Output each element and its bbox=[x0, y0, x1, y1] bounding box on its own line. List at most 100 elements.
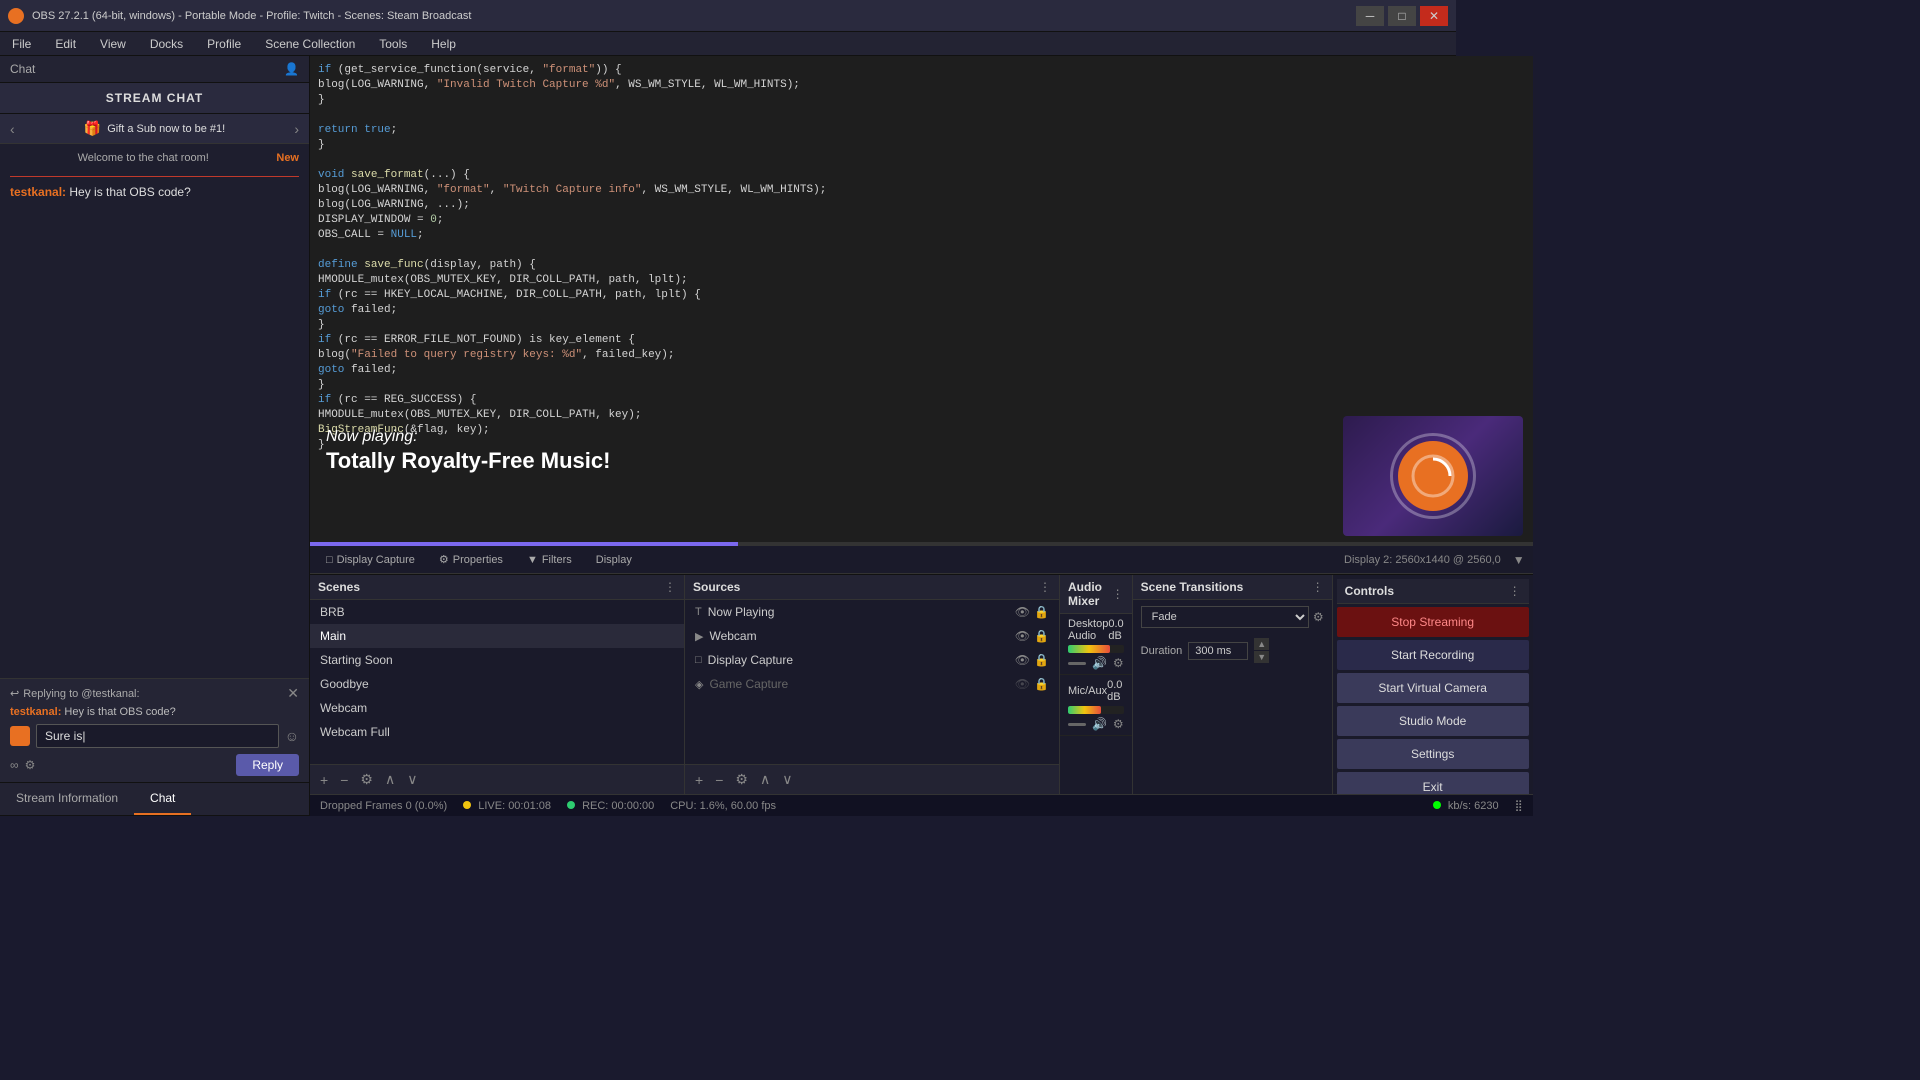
menu-view[interactable]: View bbox=[96, 35, 130, 53]
settings-button[interactable]: Settings bbox=[1337, 739, 1529, 769]
chat-input-row: ☺ bbox=[10, 724, 299, 748]
code-line-4 bbox=[318, 109, 1525, 123]
transition-select[interactable]: Fade bbox=[1141, 606, 1309, 628]
mic-audio-meter bbox=[1068, 706, 1124, 714]
remove-scene-button[interactable]: − bbox=[336, 770, 352, 790]
desktop-audio-db: 0.0 dB bbox=[1108, 618, 1123, 642]
scene-item-main[interactable]: Main bbox=[310, 624, 684, 648]
scenes-header-icon: ⋮ bbox=[664, 580, 676, 594]
source-controls-webcam: 👁 🔒 bbox=[1015, 629, 1049, 643]
source-video-icon: ▶ bbox=[695, 630, 703, 643]
scene-move-down-button[interactable]: ∨ bbox=[403, 769, 421, 790]
properties-button[interactable]: ⚙ Properties bbox=[431, 551, 511, 568]
source-lock-icon-2[interactable]: 🔒 bbox=[1034, 629, 1049, 643]
code-line-15: HMODULE_mutex(OBS_MUTEX_KEY, DIR_COLL_PA… bbox=[318, 274, 1525, 288]
desktop-mute-button[interactable]: 🔊 bbox=[1092, 656, 1107, 670]
desktop-audio-settings-button[interactable]: ⚙ bbox=[1113, 656, 1124, 670]
reply-quoted: testkanal: Hey is that OBS code? bbox=[10, 706, 299, 718]
scene-item-starting-soon[interactable]: Starting Soon bbox=[310, 648, 684, 672]
duration-input[interactable] bbox=[1188, 642, 1248, 660]
duration-up-button[interactable]: ▲ bbox=[1254, 638, 1269, 650]
transition-settings-icon[interactable]: ⚙ bbox=[1313, 610, 1324, 624]
source-move-up-button[interactable]: ∧ bbox=[756, 769, 774, 790]
desktop-volume-slider[interactable] bbox=[1068, 662, 1086, 665]
source-move-down-button[interactable]: ∨ bbox=[778, 769, 796, 790]
source-settings-button[interactable]: ⚙ bbox=[731, 769, 752, 790]
mic-audio-controls: 🔊 ⚙ bbox=[1068, 717, 1124, 731]
mic-mute-button[interactable]: 🔊 bbox=[1092, 717, 1107, 731]
code-line-17: goto failed; bbox=[318, 304, 1525, 318]
transitions-panel: Scene Transitions ⋮ Fade ⚙ Duration ▲ ▼ bbox=[1133, 575, 1333, 794]
source-eye-icon-4[interactable]: 👁 bbox=[1015, 677, 1030, 691]
scene-settings-button[interactable]: ⚙ bbox=[356, 769, 377, 790]
scenes-panel-header: Scenes ⋮ bbox=[310, 575, 684, 600]
gift-prev-arrow[interactable]: ‹ bbox=[10, 121, 15, 137]
code-line-12: OBS_CALL = NULL; bbox=[318, 229, 1525, 243]
reply-button[interactable]: Reply bbox=[236, 754, 299, 776]
code-line-19: if (rc == ERROR_FILE_NOT_FOUND) is key_e… bbox=[318, 334, 1525, 348]
stream-chat-header: STREAM CHAT bbox=[0, 83, 309, 114]
code-line-10: blog(LOG_WARNING, ...); bbox=[318, 199, 1525, 213]
studio-mode-button[interactable]: Studio Mode bbox=[1337, 706, 1529, 736]
sources-title: Sources bbox=[693, 580, 740, 594]
source-lock-icon-4[interactable]: 🔒 bbox=[1034, 677, 1049, 691]
scene-item-webcam-full[interactable]: Webcam Full bbox=[310, 720, 684, 744]
scene-item-webcam[interactable]: Webcam bbox=[310, 696, 684, 720]
obs-logo-overlay bbox=[1343, 416, 1523, 536]
now-playing-title: Totally Royalty-Free Music! bbox=[326, 448, 610, 474]
gift-next-arrow[interactable]: › bbox=[294, 121, 299, 137]
display-dropdown-icon[interactable]: ▼ bbox=[1513, 553, 1525, 567]
chat-input[interactable] bbox=[36, 724, 279, 748]
scene-move-up-button[interactable]: ∧ bbox=[381, 769, 399, 790]
source-eye-icon-3[interactable]: 👁 bbox=[1015, 653, 1030, 667]
source-eye-icon-2[interactable]: 👁 bbox=[1015, 629, 1030, 643]
duration-down-button[interactable]: ▼ bbox=[1254, 651, 1269, 663]
source-item-display-capture[interactable]: □ Display Capture 👁 🔒 bbox=[685, 648, 1059, 672]
source-item-game-capture[interactable]: ◈ Game Capture 👁 🔒 bbox=[685, 672, 1059, 696]
display-button[interactable]: Display bbox=[588, 552, 640, 568]
close-button[interactable]: ✕ bbox=[1420, 6, 1448, 26]
rec-time: REC: 00:00:00 bbox=[582, 800, 654, 812]
desktop-audio-meter-fill bbox=[1068, 645, 1110, 653]
source-item-now-playing[interactable]: T Now Playing 👁 🔒 bbox=[685, 600, 1059, 624]
start-virtual-camera-button[interactable]: Start Virtual Camera bbox=[1337, 673, 1529, 703]
new-badge: New bbox=[276, 152, 299, 164]
filters-button[interactable]: ▼ Filters bbox=[519, 552, 580, 568]
maximize-button[interactable]: □ bbox=[1388, 6, 1416, 26]
menu-edit[interactable]: Edit bbox=[51, 35, 80, 53]
menu-file[interactable]: File bbox=[8, 35, 35, 53]
desktop-audio-label: Desktop Audio bbox=[1068, 618, 1108, 642]
source-eye-icon[interactable]: 👁 bbox=[1015, 605, 1030, 619]
minimize-button[interactable]: ─ bbox=[1356, 6, 1384, 26]
menu-profile[interactable]: Profile bbox=[203, 35, 245, 53]
display-toolbar: □ Display Capture ⚙ Properties ▼ Filters… bbox=[310, 546, 1533, 574]
scene-item-brb[interactable]: BRB bbox=[310, 600, 684, 624]
tab-stream-information[interactable]: Stream Information bbox=[0, 783, 134, 815]
scene-item-goodbye[interactable]: Goodbye bbox=[310, 672, 684, 696]
add-source-button[interactable]: + bbox=[691, 770, 707, 790]
chat-messages: Welcome to the chat room! New testkanal:… bbox=[0, 144, 309, 678]
reply-close-button[interactable]: ✕ bbox=[287, 685, 299, 702]
remove-source-button[interactable]: − bbox=[711, 770, 727, 790]
mic-volume-slider[interactable] bbox=[1068, 723, 1086, 726]
mic-audio-meter-fill bbox=[1068, 706, 1101, 714]
source-item-webcam[interactable]: ▶ Webcam 👁 🔒 bbox=[685, 624, 1059, 648]
source-lock-icon-3[interactable]: 🔒 bbox=[1034, 653, 1049, 667]
tab-chat[interactable]: Chat bbox=[134, 783, 191, 815]
chat-settings-icon[interactable]: ⚙ bbox=[25, 758, 36, 772]
stop-streaming-button[interactable]: Stop Streaming bbox=[1337, 607, 1529, 637]
display-capture-button[interactable]: □ Display Capture bbox=[318, 552, 423, 568]
menu-help[interactable]: Help bbox=[427, 35, 460, 53]
start-recording-button[interactable]: Start Recording bbox=[1337, 640, 1529, 670]
display-label: Display bbox=[596, 554, 632, 566]
menu-tools[interactable]: Tools bbox=[375, 35, 411, 53]
mic-audio-settings-button[interactable]: ⚙ bbox=[1113, 717, 1124, 731]
add-scene-button[interactable]: + bbox=[316, 770, 332, 790]
emoji-icon[interactable]: ☺ bbox=[285, 728, 299, 744]
source-lock-icon[interactable]: 🔒 bbox=[1034, 605, 1049, 619]
menu-scene-collection[interactable]: Scene Collection bbox=[261, 35, 359, 53]
display-capture-label: Display Capture bbox=[337, 554, 415, 566]
menu-docks[interactable]: Docks bbox=[146, 35, 187, 53]
gift-icon: 🎁 bbox=[84, 120, 101, 137]
progress-bar bbox=[310, 542, 1533, 546]
